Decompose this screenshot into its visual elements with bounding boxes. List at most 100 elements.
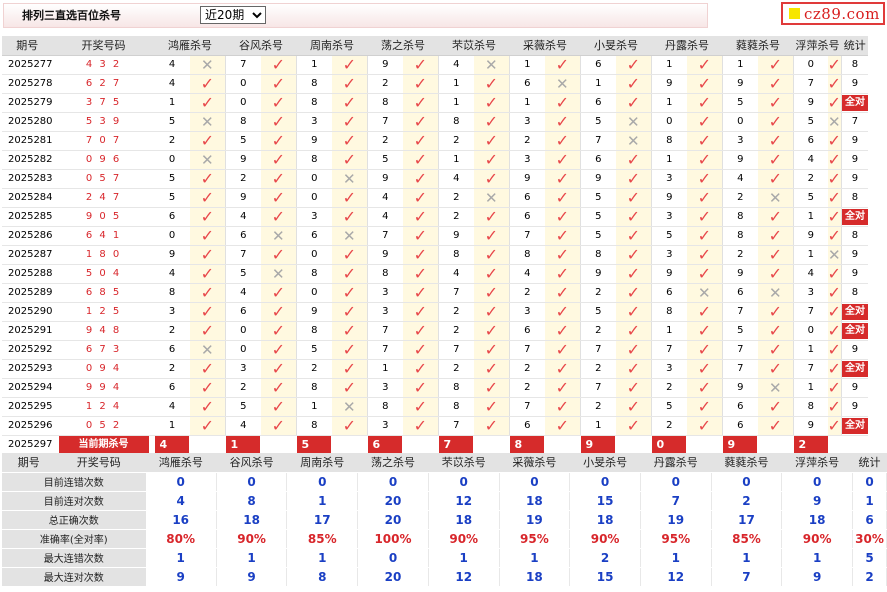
- kill-digit-cell: 2: [722, 188, 758, 208]
- result-mark-cell: ✓: [260, 378, 298, 398]
- check-icon: ✓: [827, 378, 841, 397]
- check-icon: ✓: [413, 321, 427, 340]
- result-mark-cell: ✕: [260, 226, 298, 246]
- check-icon: ✓: [768, 397, 782, 416]
- stats-value: 18: [216, 510, 288, 530]
- stats-value: 95%: [640, 529, 712, 549]
- result-mark-cell: ✓: [473, 397, 511, 417]
- check-icon: ✓: [626, 264, 640, 283]
- kill-digit-cell: 9: [793, 416, 828, 436]
- check-icon: ✓: [827, 264, 841, 283]
- stat-cell: 9: [841, 245, 868, 265]
- kill-digit-cell: 9: [438, 226, 474, 246]
- all-correct-badge: 全对: [841, 94, 868, 111]
- result-mark-cell: ✓: [331, 340, 369, 360]
- kill-digit-cell: 5: [651, 226, 687, 246]
- check-icon: ✓: [555, 264, 569, 283]
- result-mark-cell: ✓: [615, 150, 653, 170]
- table-row: 2025279 3 7 5 1 ✓ 0 ✓ 8 ✓ 8 ✓ 1 ✓ 1 ✓ 6 ✓ 1 ✓ 5 ✓ 9 ✓ 全对: [2, 93, 868, 113]
- kill-digit-cell: 0: [225, 93, 261, 113]
- result-mark-cell: ✓: [686, 93, 724, 113]
- kill-digit-cell: 6: [225, 302, 261, 322]
- check-icon: ✓: [342, 112, 356, 131]
- result-mark-cell: ✓: [686, 169, 724, 189]
- kill-digit-cell: 6: [580, 93, 616, 113]
- period-cell: 2025278: [2, 74, 53, 94]
- result-mark-cell: ✓: [544, 188, 582, 208]
- check-icon: ✓: [271, 55, 285, 74]
- check-icon: ✓: [342, 378, 356, 397]
- current-kill-cell: 9: [722, 435, 794, 455]
- kill-digit-cell: 4: [225, 207, 261, 227]
- result-mark-cell: ✓: [473, 207, 511, 227]
- current-kill-digit: 1: [225, 436, 260, 453]
- check-icon: ✓: [768, 226, 782, 245]
- result-mark-cell: ✓: [827, 359, 842, 379]
- result-mark-cell: ✓: [686, 264, 724, 284]
- kill-digit-cell: 8: [438, 112, 474, 132]
- kill-digit-cell: 3: [225, 359, 261, 379]
- kill-digit-cell: 7: [651, 340, 687, 360]
- kill-digit-cell: 5: [793, 112, 828, 132]
- stats-column-header: 荡之杀号: [357, 453, 429, 473]
- kill-digit-cell: 1: [509, 55, 545, 75]
- stat-cell: 9: [841, 378, 868, 398]
- table-row: 2025295 1 2 4 4 ✓ 5 ✓ 1 ✕ 8 ✓ 8 ✓ 7 ✓ 2 ✓ 5 ✓ 6 ✓ 8 ✓ 9: [2, 397, 868, 417]
- kill-digit-cell: 2: [438, 131, 474, 151]
- period-cell: 2025291: [2, 321, 53, 341]
- site-logo[interactable]: cz89.com: [781, 2, 885, 25]
- result-mark-cell: ✓: [260, 150, 298, 170]
- table-row: 2025293 0 9 4 2 ✓ 3 ✓ 2 ✓ 1 ✓ 2 ✓ 2 ✓ 2 ✓ 3 ✓ 7 ✓ 7 ✓ 全对: [2, 359, 868, 379]
- check-icon: ✓: [271, 112, 285, 131]
- stat-cell: 8: [841, 226, 868, 246]
- result-mark-cell: ✓: [686, 226, 724, 246]
- check-icon: ✓: [484, 416, 498, 435]
- kill-digit-cell: 3: [509, 150, 545, 170]
- result-mark-cell: ✓: [544, 397, 582, 417]
- result-mark-cell: ✕: [544, 74, 582, 94]
- period-cell: 2025282: [2, 150, 53, 170]
- kill-digit-cell: 2: [509, 378, 545, 398]
- table-row: 2025284 2 4 7 5 ✓ 9 ✓ 0 ✓ 4 ✓ 2 ✕ 6 ✓ 5 ✓ 9 ✓ 2 ✕ 5 ✓ 8: [2, 188, 868, 208]
- result-mark-cell: ✓: [189, 207, 227, 227]
- kill-digit-cell: 9: [367, 245, 403, 265]
- result-mark-cell: ✓: [827, 264, 842, 284]
- check-icon: ✓: [626, 245, 640, 264]
- check-icon: ✓: [697, 207, 711, 226]
- check-icon: ✓: [413, 226, 427, 245]
- check-icon: ✓: [342, 302, 356, 321]
- period-select[interactable]: 近20期: [200, 6, 266, 24]
- result-mark-cell: ✓: [331, 207, 369, 227]
- result-mark-cell: ✓: [331, 131, 369, 151]
- kill-digit-cell: 9: [651, 188, 687, 208]
- result-mark-cell: ✓: [827, 397, 842, 417]
- table-row: 2025281 7 0 7 2 ✓ 5 ✓ 9 ✓ 2 ✓ 2 ✓ 2 ✓ 7 ✕ 8 ✓ 3 ✓ 6 ✓ 9: [2, 131, 868, 151]
- kill-digit-cell: 7: [367, 340, 403, 360]
- stats-value: 0: [711, 472, 783, 492]
- kill-digit-cell: 6: [722, 283, 758, 303]
- check-icon: ✓: [413, 302, 427, 321]
- stats-row: 最大连对次数 9 9 8 20 12 18 15 12 7 9 2: [2, 567, 887, 587]
- check-icon: ✓: [697, 93, 711, 112]
- column-header: 丹露杀号: [651, 36, 723, 56]
- result-mark-cell: ✓: [827, 169, 842, 189]
- check-icon: ✓: [697, 226, 711, 245]
- result-mark-cell: ✓: [331, 302, 369, 322]
- result-mark-cell: ✓: [331, 245, 369, 265]
- check-icon: ✓: [271, 340, 285, 359]
- check-icon: ✓: [768, 302, 782, 321]
- winning-numbers-cell: 1 2 4: [52, 397, 155, 417]
- table-row: 2025290 1 2 5 3 ✓ 6 ✓ 9 ✓ 3 ✓ 2 ✓ 3 ✓ 5 ✓ 8 ✓ 7 ✓ 7 ✓ 全对: [2, 302, 868, 322]
- kill-digit-cell: 8: [438, 397, 474, 417]
- kill-digit-cell: 8: [793, 397, 828, 417]
- kill-digit-cell: 8: [296, 74, 332, 94]
- result-mark-cell: ✓: [544, 55, 582, 75]
- kill-digit-cell: 5: [580, 302, 616, 322]
- check-icon: ✓: [200, 378, 214, 397]
- kill-digit-cell: 4: [154, 397, 190, 417]
- result-mark-cell: ✓: [544, 93, 582, 113]
- kill-digit-cell: 3: [651, 207, 687, 227]
- result-mark-cell: ✓: [686, 245, 724, 265]
- check-icon: ✓: [342, 93, 356, 112]
- kill-digit-cell: 5: [722, 93, 758, 113]
